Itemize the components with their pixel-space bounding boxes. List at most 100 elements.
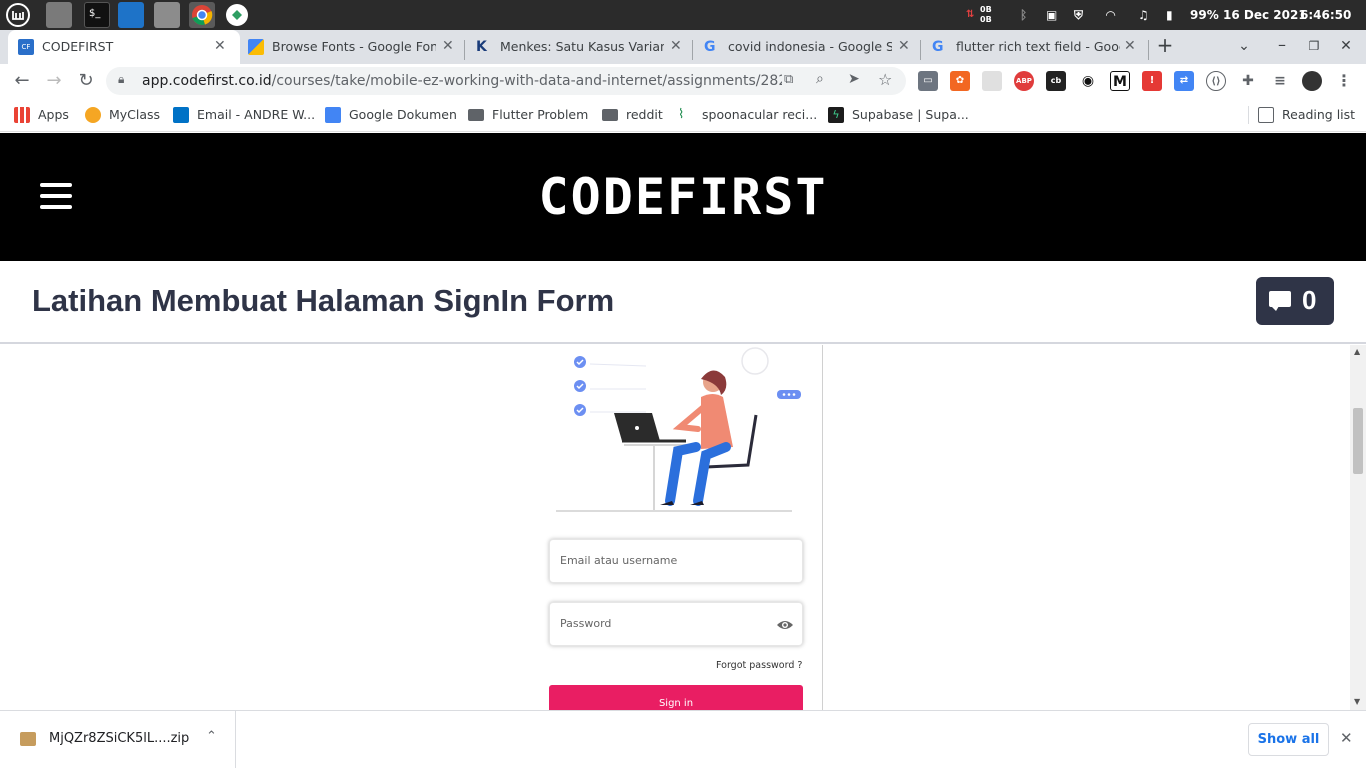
comments-button[interactable]: 0: [1256, 277, 1334, 325]
github-extension-icon[interactable]: ◉: [1078, 71, 1098, 91]
maximize-icon[interactable]: ❐: [1302, 30, 1326, 64]
dislike-extension-icon[interactable]: !: [1142, 71, 1162, 91]
medium-extension-icon[interactable]: M: [1110, 71, 1130, 91]
mock-signin-button: Sign in: [549, 685, 803, 710]
browser-toolbar: ← → ↻ 🔒︎ app.codefirst.co.id/courses/tak…: [0, 64, 1366, 98]
reload-icon[interactable]: ↻: [74, 69, 98, 93]
minimize-icon[interactable]: –: [1270, 30, 1294, 64]
folder-icon[interactable]: [154, 2, 180, 28]
arrows-icon: ⇅: [966, 9, 975, 20]
spoonacular-icon: ⌇: [678, 107, 694, 123]
tab-title: flutter rich text field - Goog: [956, 39, 1120, 54]
supabase-icon: ϟ: [828, 107, 844, 123]
close-icon[interactable]: ✕: [442, 38, 454, 54]
mint-menu-icon[interactable]: [5, 2, 31, 28]
signin-label: Sign in: [658, 698, 694, 709]
scrollbar-thumb[interactable]: [1353, 408, 1363, 474]
close-icon[interactable]: ✕: [214, 38, 226, 54]
extensions-puzzle-icon[interactable]: ✚: [1238, 71, 1258, 91]
page-title: Latihan Membuat Halaman SignIn Form: [32, 283, 615, 318]
line-extension-icon[interactable]: ▭: [918, 71, 938, 91]
chevron-up-icon[interactable]: ⌃: [206, 729, 217, 744]
close-icon[interactable]: ✕: [670, 38, 682, 54]
translate-extension-icon[interactable]: ⇄: [1174, 71, 1194, 91]
tab-separator: [1148, 40, 1149, 60]
clipboard-icon[interactable]: ▣: [1046, 0, 1057, 30]
close-window-icon[interactable]: ✕: [1334, 30, 1358, 64]
eye-icon: [777, 621, 793, 629]
page-scrollbar[interactable]: ▲ ▼: [1350, 345, 1366, 710]
bookmark-label: MyClass: [109, 107, 161, 122]
bookmark-label: reddit: [626, 107, 663, 122]
kompas-favicon: K: [476, 39, 487, 55]
scroll-up-icon[interactable]: ▲: [1354, 347, 1360, 356]
reading-list-icon: [1258, 107, 1274, 123]
url-text[interactable]: app.codefirst.co.id/courses/take/mobile-…: [142, 73, 782, 89]
show-all-button[interactable]: Show all: [1248, 723, 1329, 756]
google-favicon: G: [704, 39, 716, 55]
tab-title: covid indonesia - Google Se: [728, 39, 892, 54]
chrome-menu-icon[interactable]: ⋮: [1334, 71, 1354, 91]
bookmarks-bar: Apps MyClass Email - ANDRE W... Google D…: [0, 98, 1366, 132]
tab-covid-search[interactable]: G covid indonesia - Google Se ✕: [694, 30, 920, 64]
google-favicon: G: [932, 39, 944, 55]
close-icon[interactable]: ✕: [1340, 729, 1353, 747]
zoom-icon[interactable]: ⌕: [816, 71, 824, 87]
close-icon[interactable]: ✕: [898, 38, 910, 54]
bookmark-star-icon[interactable]: ☆: [878, 70, 892, 89]
chrome-icon[interactable]: [189, 2, 215, 28]
media-control-icon[interactable]: ≡: [1270, 71, 1290, 91]
codefirst-logo[interactable]: CODEFIRST: [500, 167, 866, 227]
orange-extension-icon[interactable]: ✿: [950, 71, 970, 91]
app-icon[interactable]: [224, 2, 250, 28]
lock-icon[interactable]: 🔒︎: [118, 72, 124, 87]
show-all-label: Show all: [1257, 732, 1320, 747]
wifi-icon[interactable]: ◠: [1106, 0, 1115, 30]
bookmark-label: Flutter Problem: [492, 107, 589, 122]
profile-avatar[interactable]: [1302, 71, 1322, 91]
url-path: /courses/take/mobile-ez-working-with-dat…: [271, 73, 782, 89]
close-icon[interactable]: ✕: [1124, 38, 1136, 54]
outlook-icon: [173, 107, 189, 123]
new-tab-button[interactable]: +: [1150, 30, 1180, 64]
password-placeholder: Password: [560, 617, 612, 630]
bookmark-label: Supabase | Supa...: [852, 107, 969, 122]
battery-percent: 99%: [1190, 8, 1219, 22]
terminal-icon[interactable]: $_: [84, 2, 110, 28]
comment-icon: [1269, 291, 1291, 311]
tab-google-fonts[interactable]: Browse Fonts - Google Fonts ✕: [238, 30, 464, 64]
grey-extension-icon[interactable]: [982, 71, 1002, 91]
scroll-down-icon[interactable]: ▼: [1354, 697, 1360, 706]
google-docs-icon: [325, 107, 341, 123]
bluetooth-icon[interactable]: ᛒ: [1020, 0, 1027, 30]
tab-menkes[interactable]: K Menkes: Satu Kasus Varian O ✕: [466, 30, 692, 64]
battery-icon[interactable]: ▮: [1166, 0, 1173, 30]
shield-icon[interactable]: ⛨: [1074, 0, 1083, 30]
files-icon[interactable]: [46, 2, 72, 28]
code-extension-icon[interactable]: ⟨⟩: [1206, 71, 1226, 91]
clock[interactable]: 6:46:50 PM: [1300, 0, 1366, 52]
zip-file-icon: [20, 732, 36, 746]
bookmark-label: Email - ANDRE W...: [197, 107, 316, 122]
tab-codefirst[interactable]: CF CODEFIRST ✕: [8, 30, 240, 64]
download-item[interactable]: MjQZr8ZSiCK5lL....zip ⌃: [0, 711, 236, 768]
hamburger-menu-icon[interactable]: [40, 183, 72, 209]
music-icon[interactable]: ♫: [1138, 0, 1149, 30]
forward-icon[interactable]: →: [42, 69, 66, 93]
cb-extension-icon[interactable]: cb: [1046, 71, 1066, 91]
back-icon[interactable]: ←: [10, 69, 34, 93]
signin-illustration: [556, 347, 801, 512]
vscode-icon[interactable]: [118, 2, 144, 28]
myclass-icon: [85, 107, 101, 123]
download-shelf: MjQZr8ZSiCK5lL....zip ⌃ Show all ✕: [0, 710, 1366, 768]
browser-tab-strip: CF CODEFIRST ✕ Browse Fonts - Google Fon…: [0, 30, 1366, 64]
tab-search-chevron-icon[interactable]: ⌄: [1232, 30, 1256, 64]
download-filename: MjQZr8ZSiCK5lL....zip: [49, 731, 190, 746]
bookmark-label: spoonacular reci...: [702, 107, 818, 122]
tab-flutter-search[interactable]: G flutter rich text field - Goog ✕: [922, 30, 1148, 64]
bookmark-label: Reading list: [1282, 107, 1356, 122]
translate-icon[interactable]: ⧉: [784, 72, 793, 87]
send-icon[interactable]: ➤: [848, 71, 860, 87]
adblock-extension-icon[interactable]: ABP: [1014, 71, 1034, 91]
address-bar[interactable]: 🔒︎ app.codefirst.co.id/courses/take/mobi…: [106, 67, 906, 95]
